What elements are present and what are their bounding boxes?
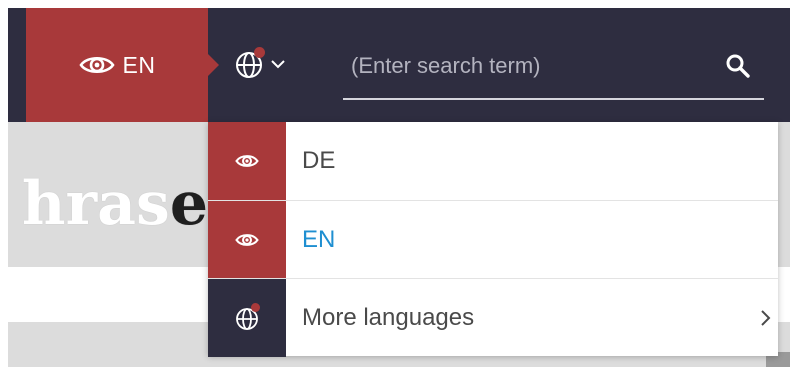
page: EN hrase [0,0,798,367]
eye-icon [208,200,286,279]
eye-icon [78,56,115,74]
heading-dark-text: e [169,169,208,239]
search-box [343,44,764,100]
language-dropdown: DE EN More languages [208,122,778,357]
notification-dot [251,302,260,312]
language-menu-button[interactable] [232,42,304,86]
chevron-right-icon [761,310,771,326]
search-icon[interactable] [724,52,752,80]
language-option-de[interactable]: DE [208,122,778,200]
search-input[interactable] [351,46,711,86]
current-language-button[interactable]: EN [26,8,208,122]
globe-icon [208,278,286,357]
current-language-label: EN [122,51,156,78]
page-heading: hrase [8,150,208,260]
globe-icon [232,47,266,81]
notification-dot [254,47,265,58]
more-languages-label: More languages [302,303,475,331]
chevron-down-icon [271,60,285,69]
language-option-en[interactable]: EN [208,200,778,279]
language-option-label: DE [302,147,336,174]
eye-icon [208,122,286,200]
heading-light-text: hras [21,169,170,239]
language-option-label: EN [302,225,336,253]
language-toggle-pointer [208,54,219,76]
more-languages-option[interactable]: More languages [208,278,778,357]
